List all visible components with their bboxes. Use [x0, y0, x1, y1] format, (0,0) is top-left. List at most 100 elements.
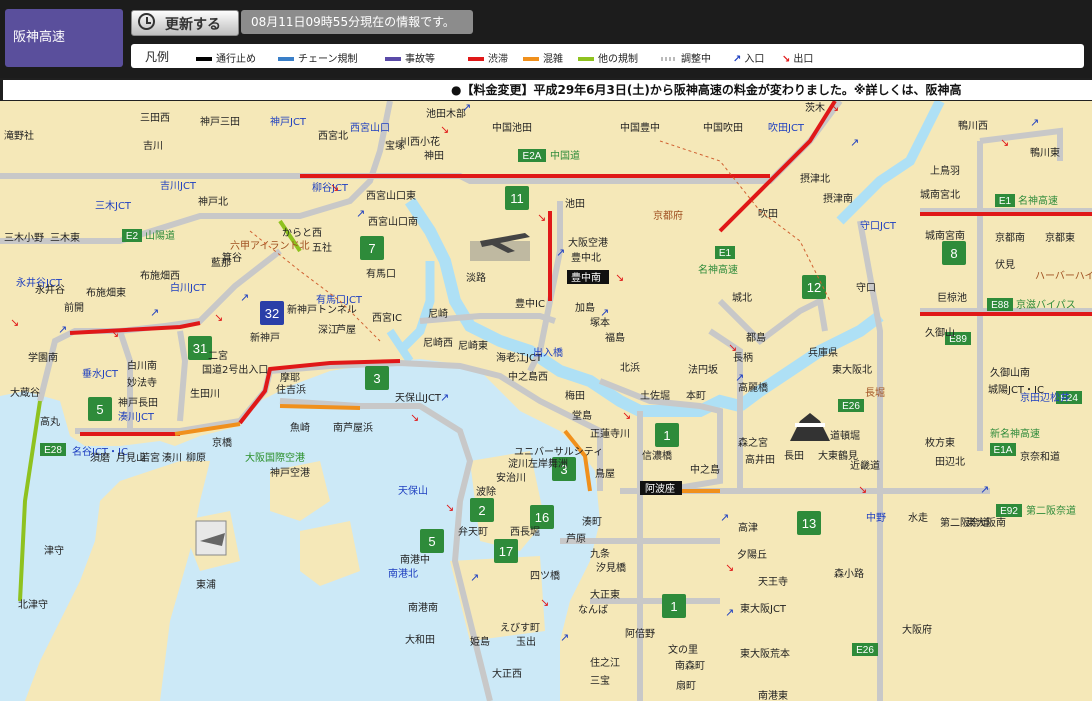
station-label: 大蔵谷: [10, 386, 40, 399]
station-label: 田辺北: [935, 456, 965, 468]
station-label: 大正東: [590, 588, 620, 601]
station-label: 加島: [575, 301, 595, 314]
station-label: 魚崎: [290, 421, 310, 434]
station-label: 学園南: [28, 351, 58, 364]
station-label: 中野: [866, 511, 886, 524]
legend-label: 出口: [793, 54, 814, 65]
station-label: 天保山JCT: [395, 391, 442, 404]
station-label: 東浦: [196, 578, 216, 591]
station-label: 玉出: [516, 635, 536, 648]
exit-arrow-icon: ↘: [782, 54, 791, 65]
legend-item-closure: 通行止め: [196, 50, 256, 65]
svg-text:↘: ↘: [858, 483, 867, 496]
e26b-plate: E26: [852, 643, 878, 656]
station-label: 東大阪荒本: [740, 647, 790, 660]
station-label: 南芦屋浜: [333, 421, 373, 434]
svg-text:2: 2: [478, 503, 485, 518]
legend-item-congestion: 混雑: [523, 50, 563, 65]
station-label: 有馬口JCT: [316, 293, 363, 306]
svg-text:↗: ↗: [150, 306, 159, 319]
route-badge-2: 2: [470, 498, 494, 522]
station-label: 京都府: [653, 209, 683, 222]
station-label: 梅田: [565, 389, 585, 402]
station-label: 布施畑東: [86, 286, 126, 299]
svg-text:1: 1: [663, 428, 670, 443]
svg-text:17: 17: [499, 544, 513, 559]
svg-text:↗: ↗: [560, 631, 569, 644]
svg-text:名神高速: 名神高速: [698, 263, 738, 276]
station-label: 鳥屋: [595, 467, 615, 480]
station-label: からと西: [282, 227, 322, 239]
e28-plate: E28: [40, 443, 66, 456]
station-label: 二宮: [208, 349, 228, 362]
svg-text:E26: E26: [842, 401, 860, 412]
legend-label: 通行止め: [216, 54, 256, 65]
svg-text:↗: ↗: [356, 207, 365, 220]
station-label: 垂水JCT: [82, 368, 119, 380]
station-label: 久御山南: [990, 366, 1030, 379]
route-badge-11: 11: [505, 186, 529, 210]
station-label: 三木小野: [4, 232, 44, 244]
station-label: 有馬口: [366, 267, 396, 280]
svg-text:↗: ↗: [1030, 116, 1039, 129]
station-label: 五社: [312, 241, 332, 254]
station-label: 上鳥羽: [930, 164, 960, 177]
svg-text:↘: ↘: [440, 123, 449, 136]
station-label: 西宮山口東: [366, 189, 416, 202]
station-label: 福島: [605, 331, 625, 344]
station-label: 南港東: [758, 689, 788, 701]
station-label: 堂島: [572, 409, 592, 422]
expressway-map[interactable]: 11 7 8 12 32 31 3 5 1 3 2 16 13 5 17 1 E…: [0, 101, 1092, 701]
station-label: 大阪空港: [568, 236, 608, 249]
station-label: 豊中IC: [515, 297, 545, 310]
station-label: 吹田JCT: [768, 121, 805, 134]
svg-text:↗: ↗: [980, 483, 989, 496]
svg-text:京滋バイパス: 京滋バイパス: [1016, 298, 1076, 311]
svg-text:13: 13: [802, 516, 816, 531]
station-label: 南港北: [388, 567, 418, 580]
station-label: 神戸JCT: [270, 115, 307, 128]
station-label: 茨木: [805, 101, 825, 114]
site-logo[interactable]: 阪神高速: [5, 9, 123, 67]
svg-text:↘: ↘: [110, 327, 119, 340]
svg-text:↗: ↗: [600, 306, 609, 319]
station-label: 本町: [686, 389, 706, 402]
svg-text:↘: ↘: [330, 181, 339, 194]
station-label: 長堀: [865, 387, 885, 399]
station-label: 豊中北: [571, 251, 601, 264]
closure-swatch: [196, 57, 212, 61]
station-label: 法円坂: [688, 363, 718, 376]
station-label: 道頓堀: [830, 429, 860, 442]
news-ticker[interactable]: ●【料金変更】平成29年6月3日(土)から阪神高速の料金が変わりました。※詳しく…: [3, 80, 1092, 101]
station-label: 摂津北: [800, 172, 830, 185]
update-timestamp: 08月11日09時55分現在の情報です。: [241, 10, 473, 34]
svg-text:E1A: E1A: [994, 445, 1013, 456]
station-label: 伏見: [995, 258, 1015, 271]
route-badge-12: 12: [802, 275, 826, 299]
adjusting-swatch: [661, 57, 677, 61]
station-label: 尼崎: [428, 307, 448, 320]
station-label: 摩耶: [280, 371, 300, 384]
station-label: 西宮北: [318, 129, 348, 142]
route-badge-7: 7: [360, 236, 384, 260]
station-label: 大和田: [405, 633, 435, 646]
svg-text:↗: ↗: [556, 246, 565, 259]
station-label: 森之宮: [738, 436, 768, 449]
legend-label: チェーン規制: [298, 54, 358, 65]
station-label: 淀川左岸舞洲: [508, 457, 568, 470]
station-label: 須磨: [90, 452, 110, 464]
station-label: 三木JCT: [95, 200, 132, 212]
station-label: 神戸北: [198, 195, 228, 208]
station-label: 大阪府: [902, 623, 932, 636]
route-badge-8: 8: [942, 241, 966, 265]
station-label: 芦屋: [336, 324, 356, 336]
station-label: 若宮: [140, 451, 160, 464]
station-label: 六甲アイランド北: [230, 240, 310, 252]
refresh-button[interactable]: 更新する: [131, 10, 239, 36]
legend-label: 入口: [744, 54, 765, 65]
station-label: 京都東: [1045, 231, 1075, 244]
route-badge-17: 17: [494, 539, 518, 563]
svg-text:↘: ↘: [615, 271, 624, 284]
station-label: 住吉浜: [276, 383, 306, 396]
station-label: 摂津南: [823, 192, 853, 205]
